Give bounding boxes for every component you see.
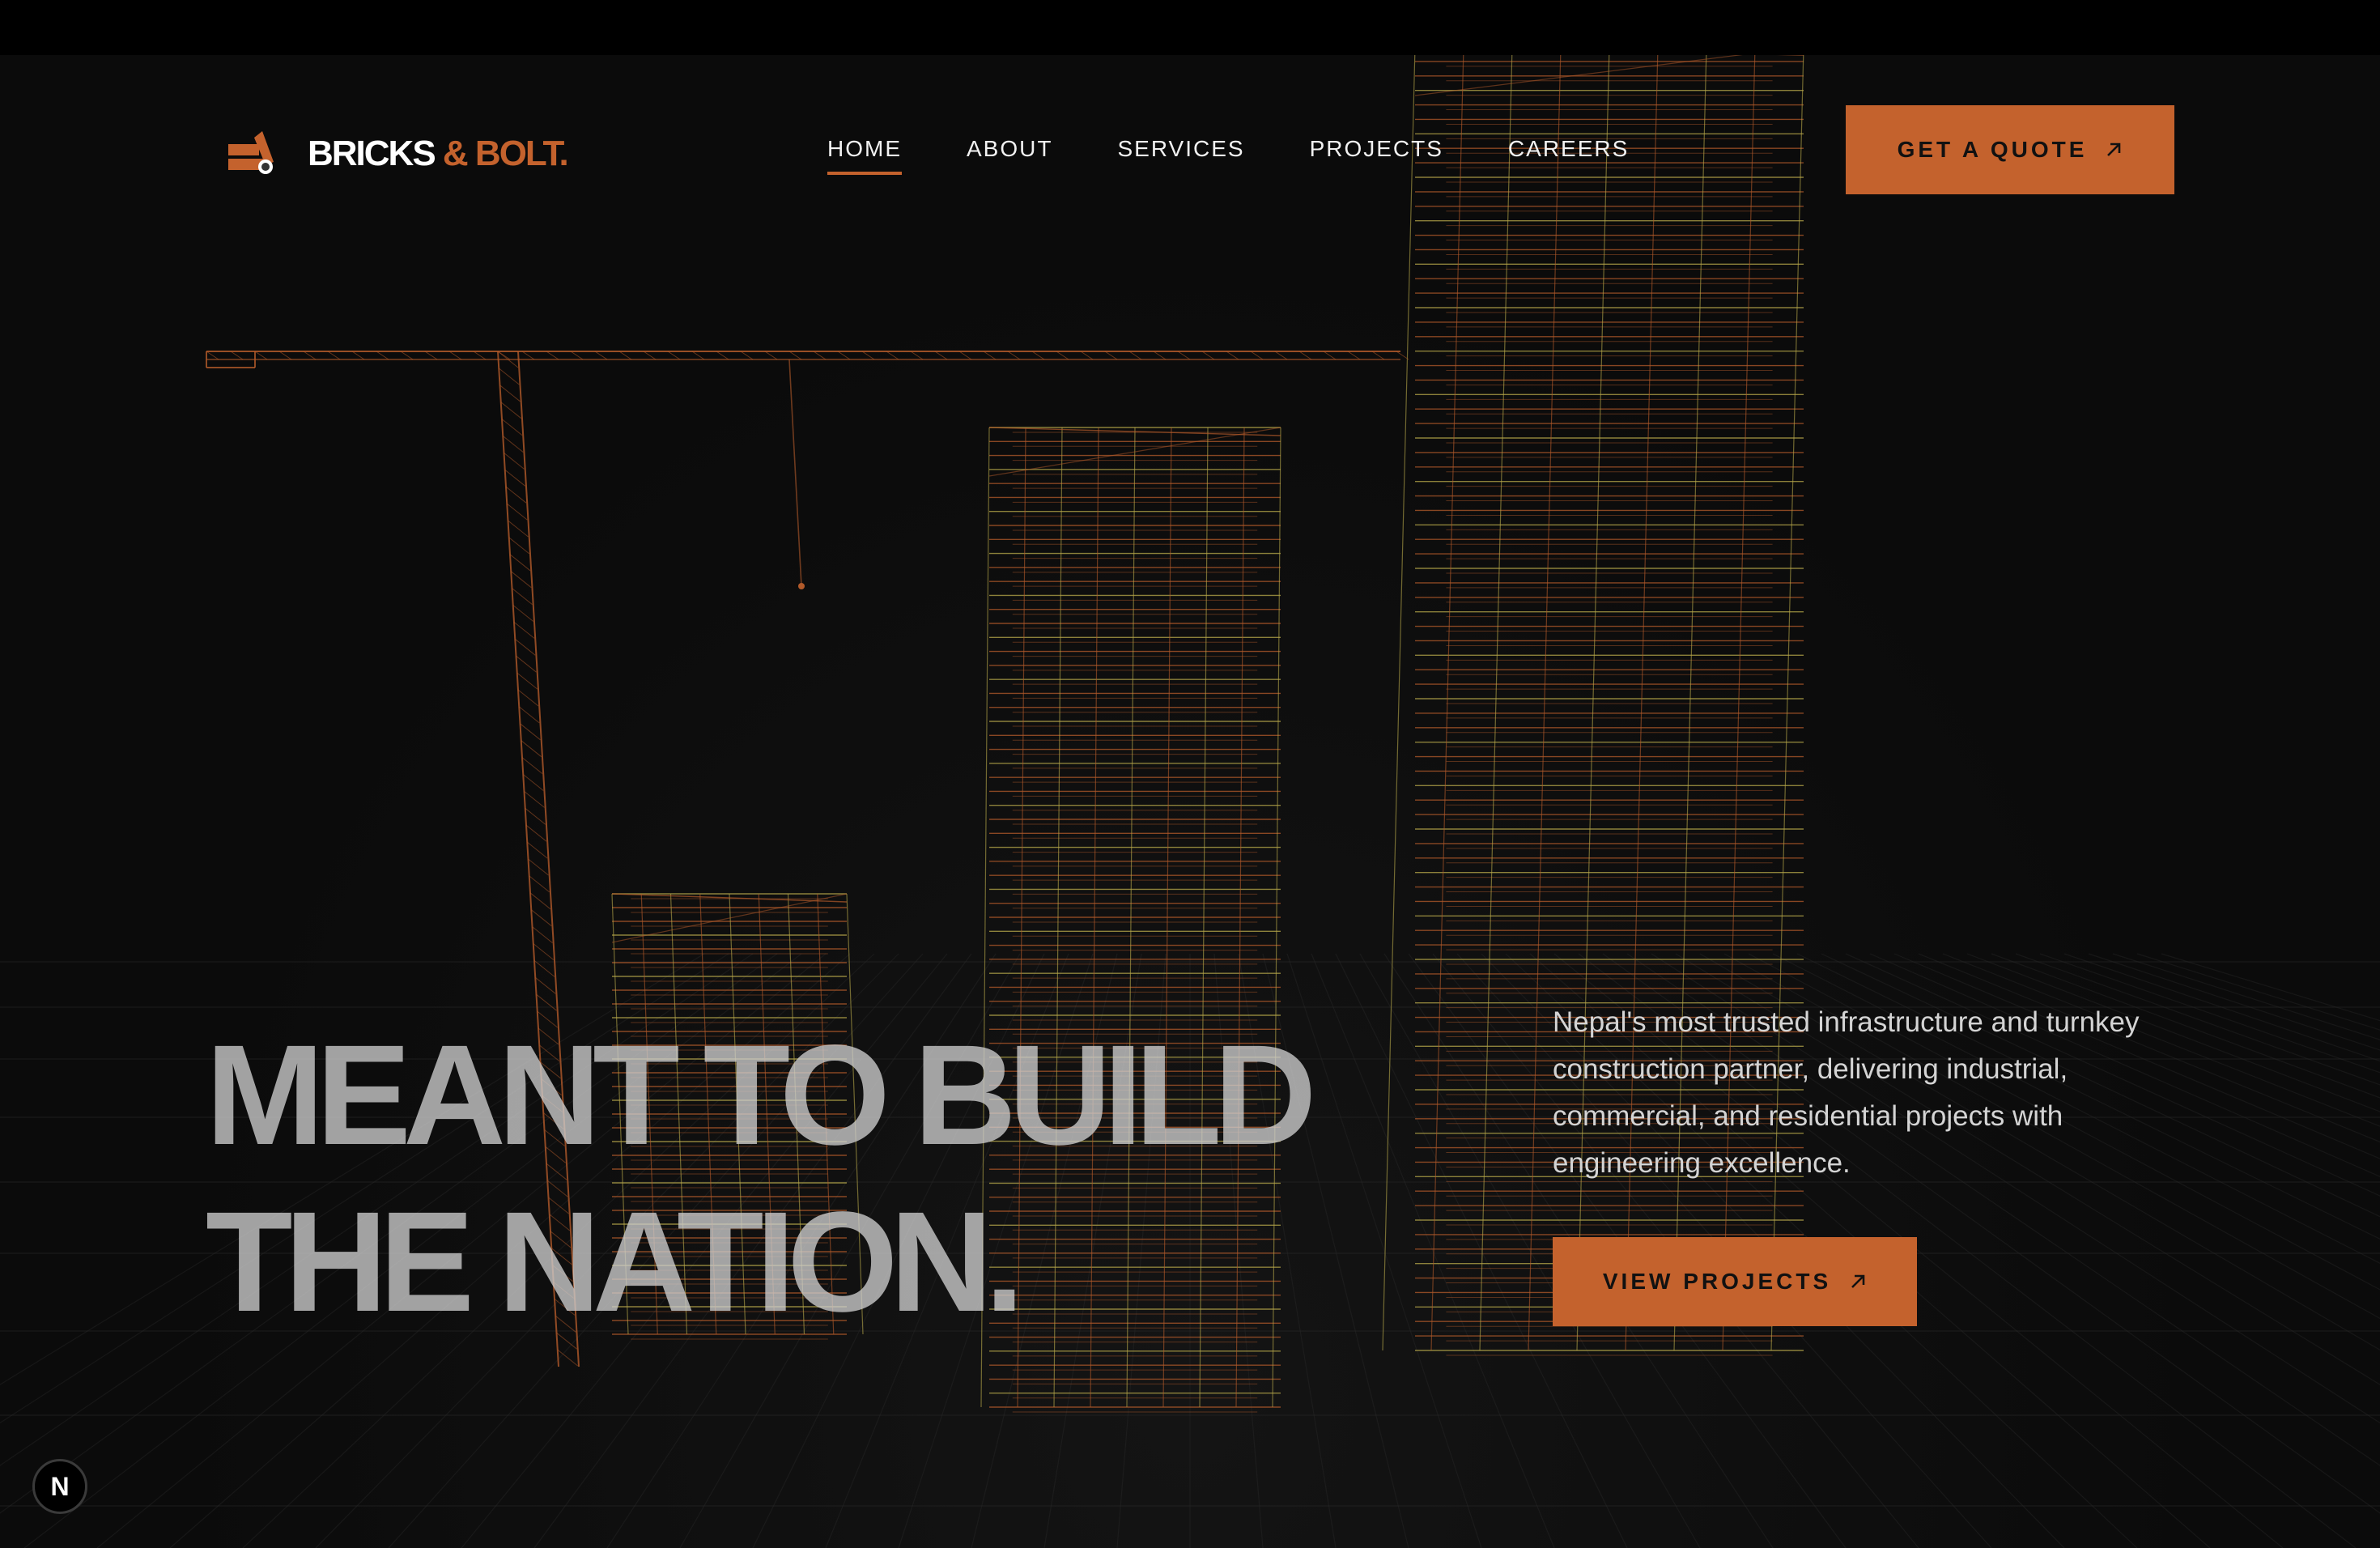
brand-name-main: BRICKS bbox=[308, 134, 436, 173]
hero-headline-line2: THE NATION. bbox=[206, 1183, 1024, 1342]
nav-projects[interactable]: PROJECTS bbox=[1310, 136, 1443, 175]
hero-headline: MEANT TO BUILD THE NATION. bbox=[206, 1012, 1316, 1346]
get-a-quote-button[interactable]: GET A QUOTE bbox=[1846, 105, 2174, 194]
get-a-quote-label: GET A QUOTE bbox=[1897, 137, 2088, 162]
nav-careers[interactable]: CAREERS bbox=[1508, 136, 1629, 175]
arrow-up-right-icon bbox=[1851, 1274, 1865, 1288]
main-nav: HOME ABOUT SERVICES PROJECTS CAREERS bbox=[827, 136, 1629, 175]
hero-headline-line1: MEANT TO BUILD bbox=[206, 1016, 1316, 1175]
brand-logo[interactable]: BRICKS & BOLT. bbox=[227, 130, 569, 178]
view-projects-button[interactable]: VIEW PROJECTS bbox=[1553, 1237, 1917, 1326]
window-top-bar bbox=[0, 0, 2380, 55]
view-projects-label: VIEW PROJECTS bbox=[1602, 1269, 1832, 1294]
nextjs-dev-badge[interactable]: N bbox=[32, 1459, 87, 1514]
nav-home[interactable]: HOME bbox=[827, 136, 902, 175]
brand-name: BRICKS & BOLT. bbox=[308, 134, 569, 174]
hero-description: Nepal's most trusted infrastructure and … bbox=[1553, 1006, 2140, 1179]
nav-services[interactable]: SERVICES bbox=[1117, 136, 1244, 175]
nav-about[interactable]: ABOUT bbox=[967, 136, 1052, 175]
brand-name-accent: & BOLT. bbox=[442, 134, 569, 173]
bricks-logo-icon bbox=[228, 131, 274, 174]
arrow-up-right-icon bbox=[2107, 142, 2121, 156]
